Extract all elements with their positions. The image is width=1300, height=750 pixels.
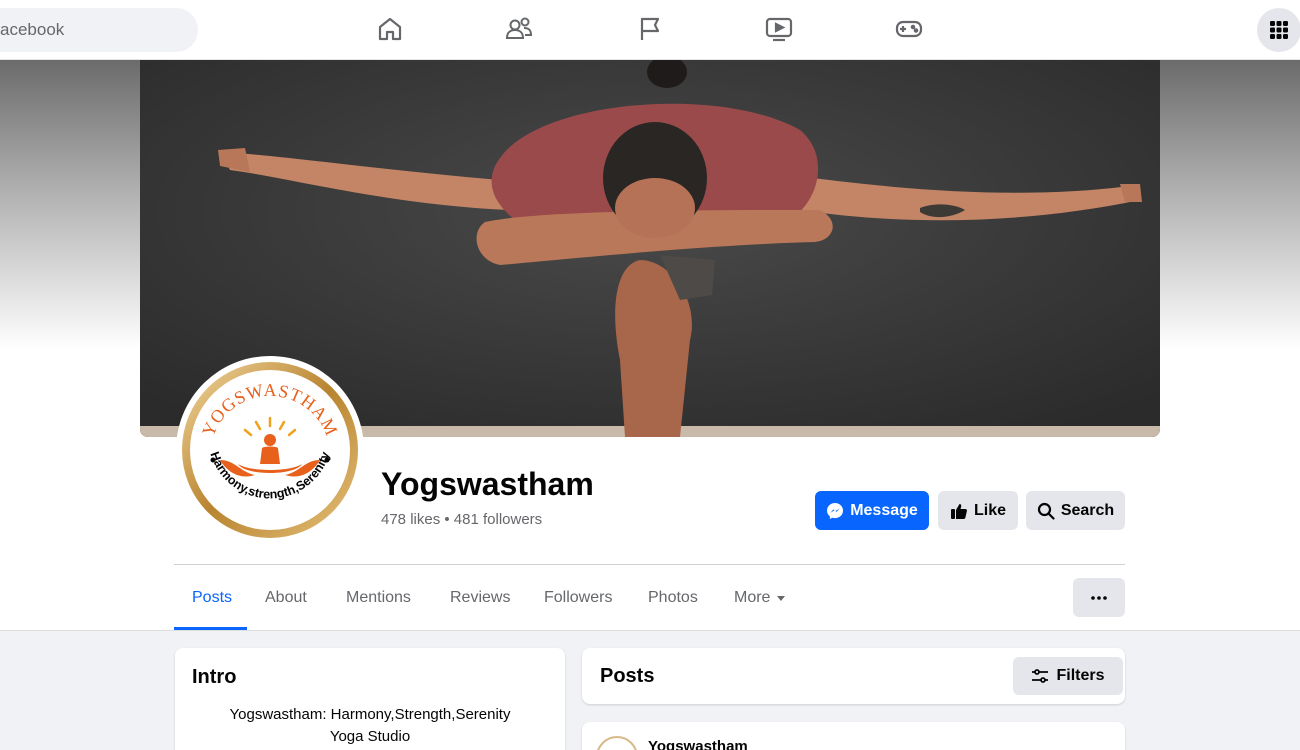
post-author-avatar[interactable] [596,736,638,750]
tab-followers[interactable]: Followers [544,589,612,607]
tab-more[interactable]: More [734,589,786,607]
intro-category: Yoga Studio [329,728,411,745]
filters-label: Filters [1056,667,1105,684]
header-divider [174,564,1125,565]
gaming-icon[interactable] [894,14,924,44]
filters-icon [1032,669,1049,683]
post-card: Yogswastham [582,722,1125,750]
messenger-icon [827,502,844,519]
more-options-button[interactable] [1073,578,1125,617]
search-facebook-input[interactable]: acebook [0,8,198,52]
like-button[interactable]: Like [938,491,1018,530]
intro-bio: Yogswastham: Harmony,Strength,Serenity [229,706,511,723]
search-icon [1037,502,1055,520]
search-button-label: Search [1060,501,1115,519]
page-title: Yogswastham [381,466,594,502]
message-button[interactable]: Message [815,491,929,530]
search-placeholder: acebook [0,20,65,39]
intro-card: Intro Yogswastham: Harmony,Strength,Sere… [175,648,565,750]
pages-flag-icon[interactable] [635,14,665,44]
like-button-label: Like [973,501,1006,519]
tab-photos[interactable]: Photos [648,589,698,607]
ellipsis-icon [1091,595,1107,600]
friends-icon[interactable] [504,14,534,44]
menu-grid-icon [1270,21,1288,39]
home-icon[interactable] [375,14,405,44]
search-button[interactable]: Search [1026,491,1125,530]
tab-reviews[interactable]: Reviews [450,589,510,607]
filters-button[interactable]: Filters [1013,657,1123,695]
posts-header-card: Posts Filters [582,648,1125,704]
caret-down-icon [777,596,786,601]
top-navigation-bar: acebook [0,0,1300,60]
posts-title: Posts [600,665,655,687]
thumbs-up-icon [950,503,967,519]
menu-grid-button[interactable] [1257,8,1300,52]
page-likes-followers: 478 likes • 481 followers [381,511,543,528]
watch-video-icon[interactable] [764,14,794,44]
tab-posts[interactable]: Posts [192,589,232,607]
page-profile-avatar[interactable]: YOGSWASTHAM Harmony,strength,Serenity [176,356,364,544]
tab-about[interactable]: About [265,589,307,607]
message-button-label: Message [850,501,918,519]
yogswastham-logo: YOGSWASTHAM Harmony,strength,Serenity [182,362,358,538]
tab-mentions[interactable]: Mentions [346,589,411,607]
post-author-name[interactable]: Yogswastham [648,738,748,750]
tab-more-label: More [734,589,771,606]
intro-title: Intro [192,666,237,688]
active-tab-indicator [174,627,247,630]
